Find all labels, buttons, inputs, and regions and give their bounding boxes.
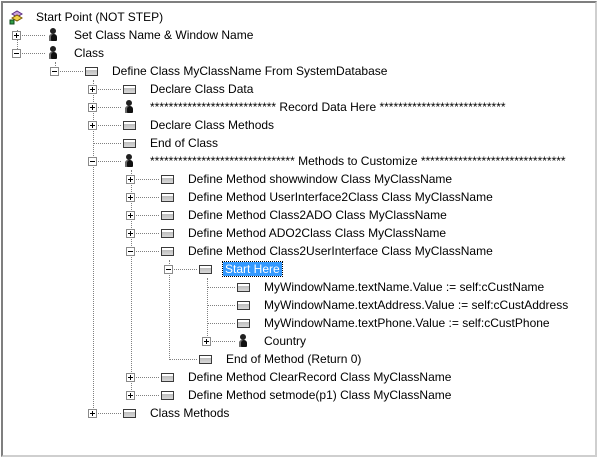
expand-plus-icon[interactable]: [126, 211, 135, 220]
step-box-icon: [121, 405, 137, 421]
tree-node[interactable]: Define Method Class2UserInterface Class …: [3, 242, 595, 260]
tree-node[interactable]: Declare Class Methods: [3, 116, 595, 134]
expand-plus-icon[interactable]: [12, 31, 21, 40]
tree-node-label[interactable]: MyWindowName.textPhone.Value := self:cCu…: [264, 316, 550, 330]
tree-node[interactable]: Define Method ClearRecord Class MyClassN…: [3, 368, 595, 386]
tree-node[interactable]: Declare Class Data: [3, 80, 595, 98]
tree-view[interactable]: Start Point (NOT STEP) Set Class Name & …: [1, 1, 597, 457]
step-box-icon: [159, 207, 175, 223]
step-box-icon: [159, 243, 175, 259]
tree-node-label[interactable]: End of Class: [150, 136, 218, 150]
tree-node-label[interactable]: Class: [74, 46, 104, 60]
tree-node[interactable]: Set Class Name & Window Name: [3, 26, 595, 44]
tree-node[interactable]: Country: [3, 332, 595, 350]
step-box-icon: [197, 351, 213, 367]
tree-node[interactable]: Class Methods: [3, 404, 595, 422]
tree-node[interactable]: Define Method UserInterface2Class Class …: [3, 188, 595, 206]
tree-node-label[interactable]: Define Method ClearRecord Class MyClassN…: [188, 370, 451, 384]
tree-node[interactable]: MyWindowName.textAddress.Value := self:c…: [3, 296, 595, 314]
flow-start-icon: [9, 9, 25, 25]
step-box-icon: [159, 225, 175, 241]
figure-icon: [235, 333, 251, 349]
tree-node-label[interactable]: *************************** Record Data …: [150, 100, 506, 114]
step-box-icon: [121, 117, 137, 133]
figure-icon: [45, 27, 61, 43]
step-box-icon: [83, 63, 99, 79]
tree-node-label[interactable]: MyWindowName.textAddress.Value := self:c…: [264, 298, 568, 312]
tree-node[interactable]: ******************************* Methods …: [3, 152, 595, 170]
step-box-icon: [235, 315, 251, 331]
tree-node-label[interactable]: Declare Class Methods: [150, 118, 274, 132]
expand-plus-icon[interactable]: [126, 193, 135, 202]
tree-node[interactable]: Class: [3, 44, 595, 62]
tree-node-label[interactable]: MyWindowName.textName.Value := self:cCus…: [264, 280, 544, 294]
figure-icon: [121, 99, 137, 115]
tree-node[interactable]: MyWindowName.textPhone.Value := self:cCu…: [3, 314, 595, 332]
collapse-minus-icon[interactable]: [164, 265, 173, 274]
tree-node[interactable]: MyWindowName.textName.Value := self:cCus…: [3, 278, 595, 296]
tree-node-label[interactable]: Start Here: [222, 261, 283, 277]
tree-node-label[interactable]: Start Point (NOT STEP): [36, 10, 163, 24]
tree-node-label[interactable]: Define Method UserInterface2Class Class …: [188, 190, 493, 204]
tree-node-label[interactable]: Define Method ADO2Class Class MyClassNam…: [188, 226, 446, 240]
expand-plus-icon[interactable]: [88, 103, 97, 112]
expand-plus-icon[interactable]: [126, 229, 135, 238]
step-box-icon: [159, 189, 175, 205]
tree-node-label[interactable]: Class Methods: [150, 406, 229, 420]
collapse-minus-icon[interactable]: [88, 157, 97, 166]
collapse-minus-icon[interactable]: [50, 67, 59, 76]
tree-node[interactable]: Define Method showwindow Class MyClassNa…: [3, 170, 595, 188]
step-box-icon: [197, 261, 213, 277]
expand-plus-icon[interactable]: [126, 373, 135, 382]
tree-node[interactable]: End of Class: [3, 134, 595, 152]
tree-node-label[interactable]: Country: [264, 334, 306, 348]
expand-plus-icon[interactable]: [88, 121, 97, 130]
step-box-icon: [121, 135, 137, 151]
tree-node-label[interactable]: Define Method showwindow Class MyClassNa…: [188, 172, 452, 186]
step-box-icon: [235, 297, 251, 313]
tree-node[interactable]: Define Class MyClassName From SystemData…: [3, 62, 595, 80]
tree-node-label[interactable]: Define Method Class2UserInterface Class …: [188, 244, 493, 258]
tree-node-label[interactable]: Define Method Class2ADO Class MyClassNam…: [188, 208, 447, 222]
step-box-icon: [159, 369, 175, 385]
step-box-icon: [159, 171, 175, 187]
expand-plus-icon[interactable]: [88, 409, 97, 418]
tree-node-root[interactable]: Start Point (NOT STEP): [3, 8, 595, 26]
expand-plus-icon[interactable]: [126, 175, 135, 184]
tree-node-label[interactable]: Define Method setmode(p1) Class MyClassN…: [188, 388, 451, 402]
figure-icon: [121, 153, 137, 169]
tree-node-label[interactable]: ******************************* Methods …: [150, 154, 566, 168]
tree-node-label[interactable]: Set Class Name & Window Name: [74, 28, 253, 42]
tree-node-label[interactable]: End of Method (Return 0): [226, 352, 361, 366]
tree-node[interactable]: End of Method (Return 0): [3, 350, 595, 368]
collapse-minus-icon[interactable]: [12, 49, 21, 58]
tree-node[interactable]: Define Method Class2ADO Class MyClassNam…: [3, 206, 595, 224]
expand-plus-icon[interactable]: [88, 85, 97, 94]
expand-plus-icon[interactable]: [202, 337, 211, 346]
step-box-icon: [121, 81, 137, 97]
step-box-icon: [235, 279, 251, 295]
tree-node[interactable]: Define Method setmode(p1) Class MyClassN…: [3, 386, 595, 404]
tree-node-label[interactable]: Define Class MyClassName From SystemData…: [112, 64, 387, 78]
tree-node[interactable]: *************************** Record Data …: [3, 98, 595, 116]
collapse-minus-icon[interactable]: [126, 247, 135, 256]
tree-node-selected[interactable]: Start Here: [3, 260, 595, 278]
tree-node-label[interactable]: Declare Class Data: [150, 82, 253, 96]
step-box-icon: [159, 387, 175, 403]
expand-plus-icon[interactable]: [126, 391, 135, 400]
figure-icon: [45, 45, 61, 61]
tree-node[interactable]: Define Method ADO2Class Class MyClassNam…: [3, 224, 595, 242]
